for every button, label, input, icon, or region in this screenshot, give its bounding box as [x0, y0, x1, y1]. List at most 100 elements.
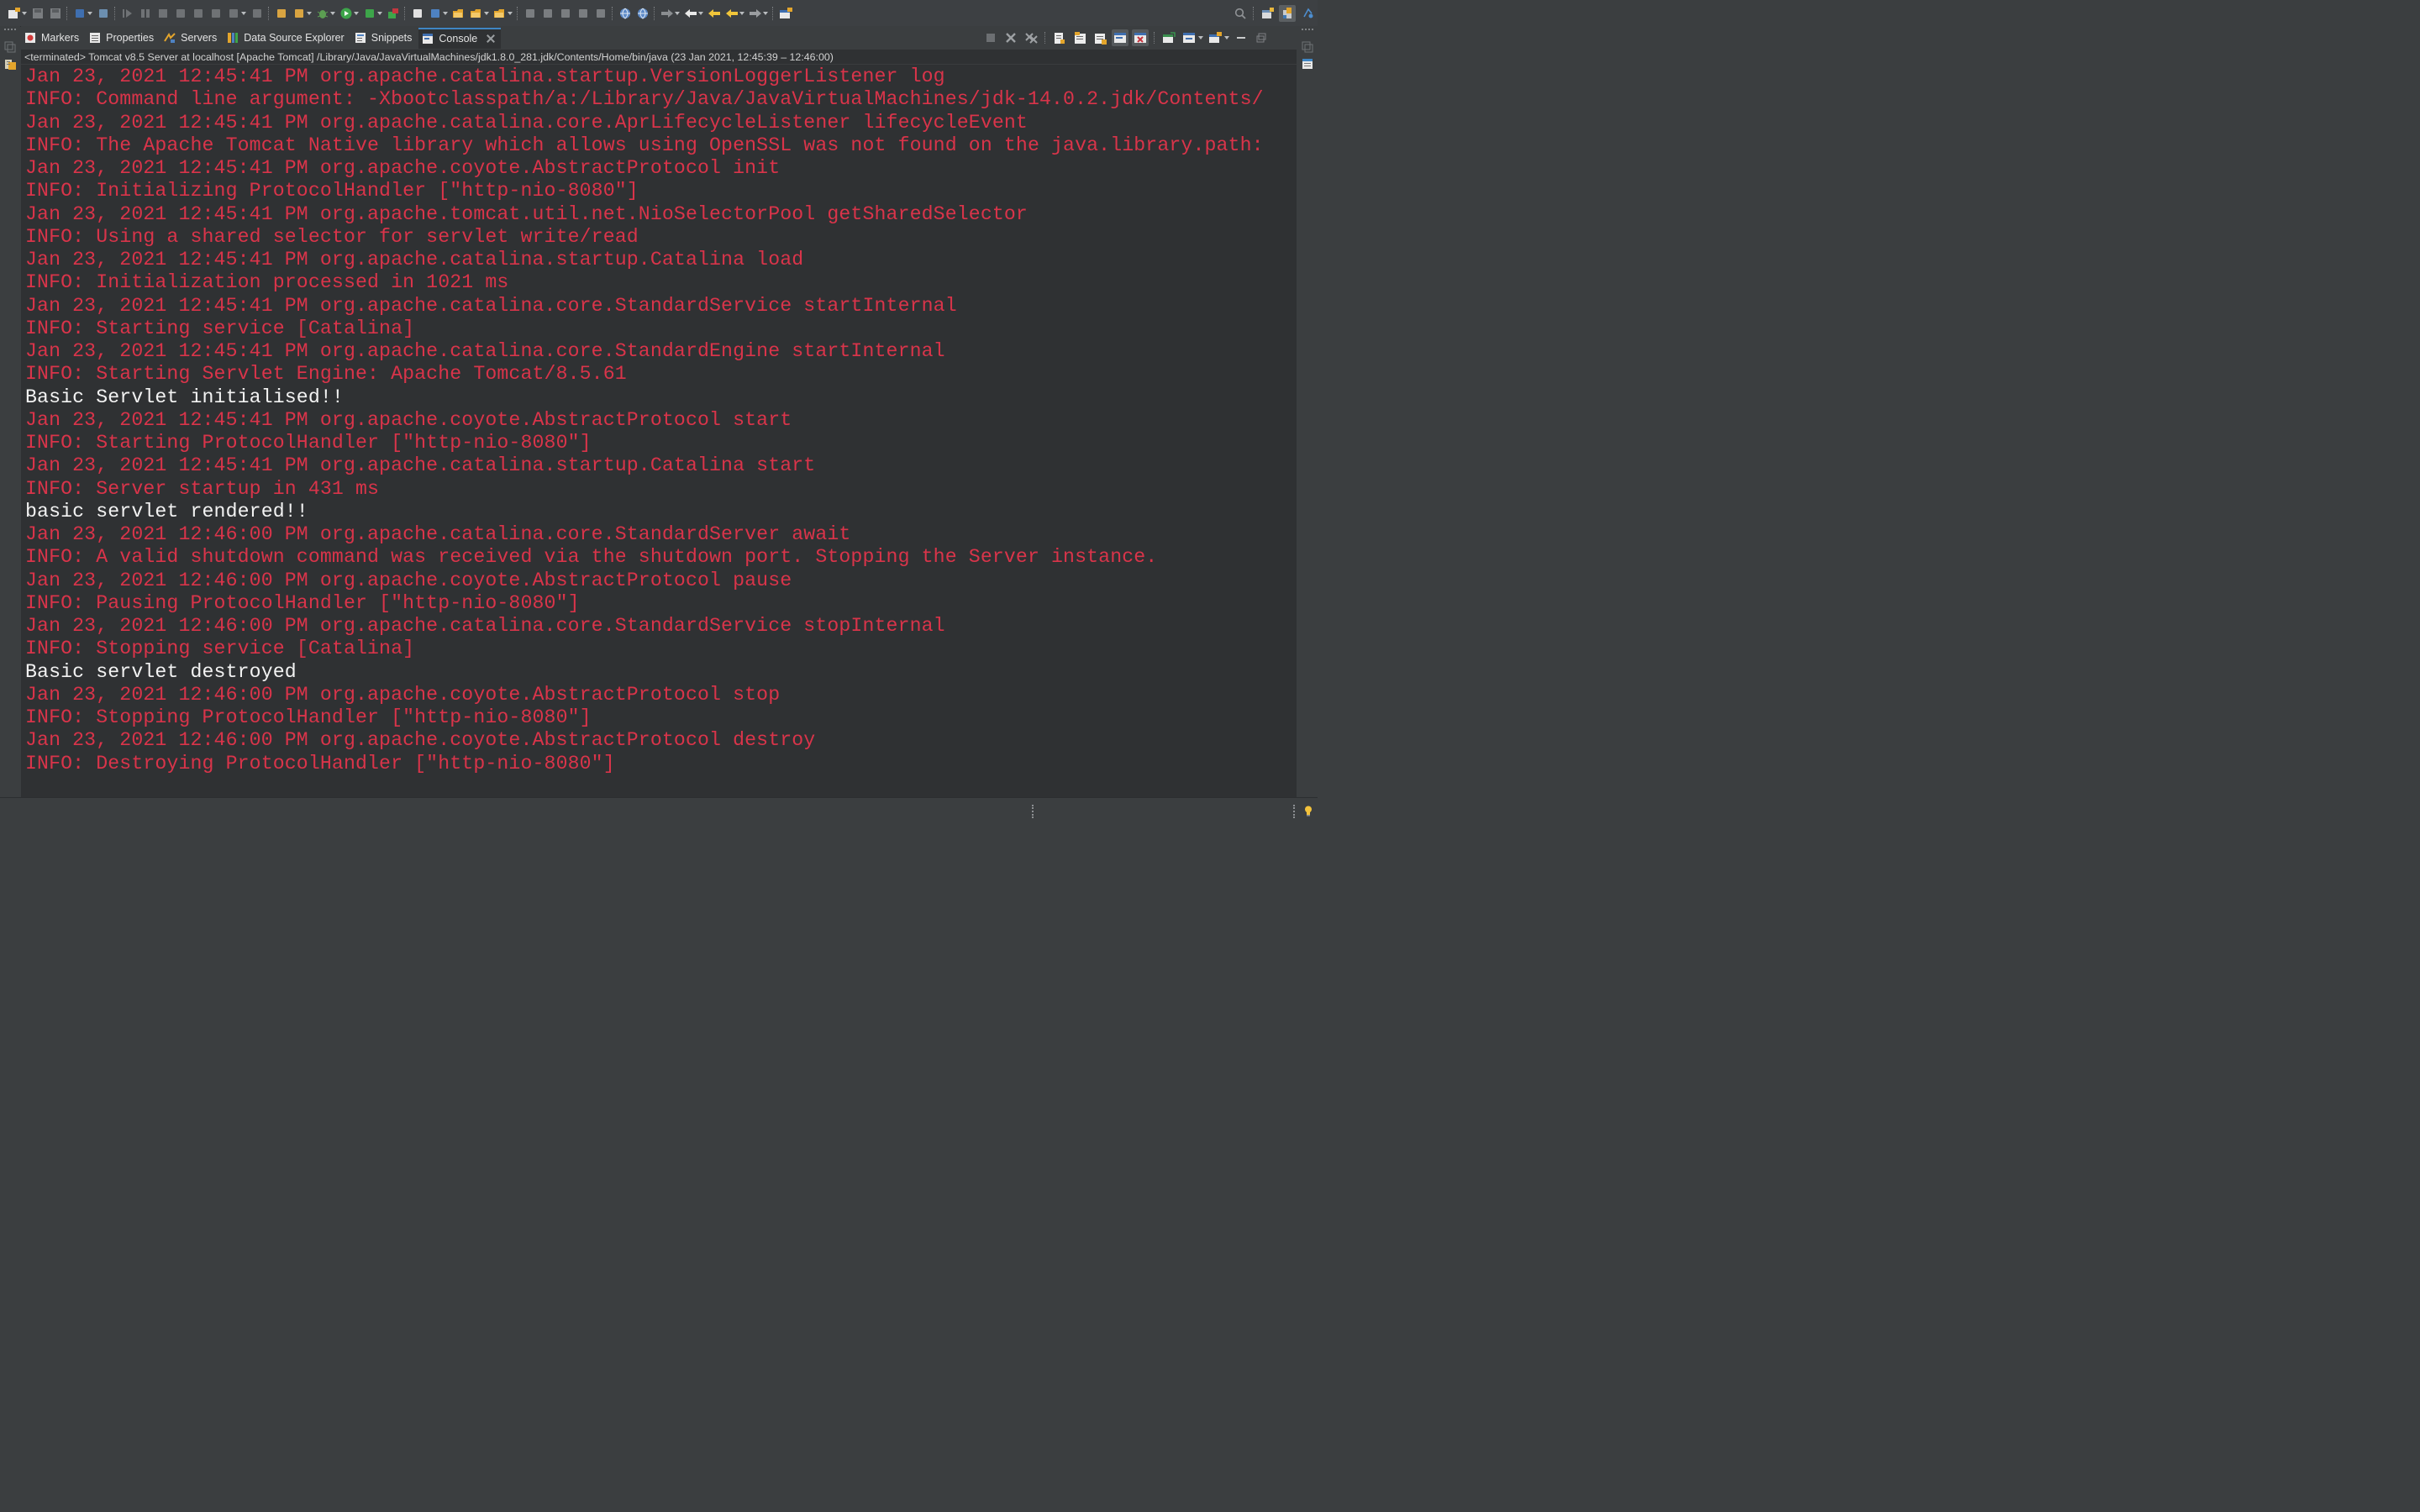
external-tools-icon[interactable]: [385, 5, 401, 21]
package-explorer-icon[interactable]: [4, 58, 16, 70]
console-line-stderr: INFO: Using a shared selector for servle…: [25, 225, 639, 248]
dropdown-caret-icon[interactable]: [307, 11, 312, 15]
block-selection-icon[interactable]: [557, 5, 573, 21]
use-step-filters-icon[interactable]: [273, 5, 289, 21]
dropdown-caret-icon[interactable]: [675, 11, 680, 15]
save-all-icon[interactable]: [47, 5, 63, 21]
open-type-icon[interactable]: [450, 5, 466, 21]
scroll-lock-icon[interactable]: [1051, 29, 1068, 46]
dropdown-caret-icon[interactable]: [443, 11, 448, 15]
toggle-annotation-icon[interactable]: [522, 5, 538, 21]
dropdown-caret-icon[interactable]: [22, 11, 27, 15]
terminate-icon[interactable]: [982, 29, 999, 46]
dropdown-caret-icon[interactable]: [1198, 36, 1203, 39]
tab-snippets[interactable]: Snippets: [351, 28, 418, 48]
console-line-stderr: Jan 23, 2021 12:46:00 PM org.apache.coyo…: [25, 569, 792, 591]
remove-all-terminated-icon[interactable]: [1023, 29, 1039, 46]
console-line-stdout: Basic servlet destroyed: [25, 660, 297, 683]
new-console-icon[interactable]: [1207, 29, 1223, 46]
find-action-icon[interactable]: [1232, 5, 1249, 22]
console-line-stderr: Jan 23, 2021 12:45:41 PM org.apache.cata…: [25, 454, 816, 477]
dropdown-caret-icon[interactable]: [763, 11, 768, 15]
console-line-stderr: INFO: Starting service [Catalina]: [25, 317, 415, 339]
step-over-icon[interactable]: [208, 5, 224, 21]
pin-editor-icon[interactable]: [777, 5, 793, 21]
forward-icon[interactable]: [747, 5, 763, 21]
new-java-class-icon[interactable]: [427, 5, 443, 21]
open-perspective-icon[interactable]: [1259, 5, 1276, 22]
restore-view-icon[interactable]: [4, 41, 16, 53]
open-task-icon[interactable]: [468, 5, 484, 21]
dropdown-caret-icon[interactable]: [241, 11, 246, 15]
console-line-stderr: INFO: Starting Servlet Engine: Apache To…: [25, 363, 627, 386]
dropdown-caret-icon[interactable]: [354, 11, 359, 15]
back-icon[interactable]: [723, 5, 739, 21]
previous-annotation-icon[interactable]: [682, 5, 698, 21]
new-java-package-icon[interactable]: [409, 5, 425, 21]
debug-perspective-icon[interactable]: [1299, 5, 1316, 22]
tab-servers[interactable]: Servers: [160, 28, 222, 48]
skip-breakpoints-icon[interactable]: [95, 5, 111, 21]
word-wrap-icon[interactable]: [575, 5, 591, 21]
step-return-icon[interactable]: [225, 5, 241, 21]
console-line-stderr: Jan 23, 2021 12:45:41 PM org.apache.cata…: [25, 340, 945, 362]
dropdown-caret-icon[interactable]: [1224, 36, 1229, 39]
outline-view-icon[interactable]: [1302, 58, 1313, 70]
minimize-icon[interactable]: [1233, 29, 1249, 46]
console-line-stdout: Basic Servlet initialised!!: [25, 386, 344, 408]
open-console-icon[interactable]: [1181, 29, 1197, 46]
show-console-on-stdout-icon[interactable]: [1092, 29, 1108, 46]
web-services-icon[interactable]: [634, 5, 650, 21]
display-selected-console-icon[interactable]: [1160, 29, 1177, 46]
step-into-icon[interactable]: [190, 5, 206, 21]
dropdown-caret-icon[interactable]: [377, 11, 382, 15]
dropdown-caret-icon[interactable]: [484, 11, 489, 15]
close-icon[interactable]: [486, 34, 496, 44]
left-trim-bar: [0, 26, 20, 797]
java-ee-perspective-icon[interactable]: [1279, 4, 1296, 22]
word-wrap-icon[interactable]: [1071, 29, 1088, 46]
next-annotation-icon[interactable]: [659, 5, 675, 21]
drop-to-frame-icon[interactable]: [249, 5, 265, 21]
trim-handle[interactable]: [4, 29, 16, 33]
dropdown-caret-icon[interactable]: [508, 11, 513, 15]
show-console-on-stderr-icon[interactable]: [1112, 29, 1128, 46]
console-line-stderr: Jan 23, 2021 12:45:41 PM org.apache.cata…: [25, 294, 957, 317]
resume-icon[interactable]: [119, 5, 135, 21]
right-trim-bar: [1297, 26, 1318, 797]
dropdown-caret-icon[interactable]: [698, 11, 703, 15]
terminate-icon[interactable]: [155, 5, 171, 21]
open-console-icon[interactable]: [71, 5, 87, 21]
save-icon[interactable]: [29, 5, 45, 21]
dropdown-caret-icon[interactable]: [739, 11, 744, 15]
restore-view-icon[interactable]: [1302, 41, 1313, 53]
tab-console[interactable]: Console: [418, 27, 502, 49]
suspend-icon[interactable]: [137, 5, 153, 21]
search-icon[interactable]: [492, 5, 508, 21]
show-whitespace-icon[interactable]: [592, 5, 608, 21]
debug-icon[interactable]: [314, 5, 330, 21]
new-wizard-icon[interactable]: [6, 5, 22, 21]
open-web-browser-icon[interactable]: [617, 5, 633, 21]
tab-data-source-explorer[interactable]: Data Source Explorer: [224, 28, 350, 48]
remove-launch-icon[interactable]: [1002, 29, 1019, 46]
dropdown-caret-icon[interactable]: [330, 11, 335, 15]
console-output[interactable]: Jan 23, 2021 12:45:41 PM org.apache.cata…: [21, 65, 1297, 797]
toggle-ant-icon[interactable]: [291, 5, 307, 21]
lightbulb-icon[interactable]: [1304, 806, 1313, 816]
pin-console-icon[interactable]: [1132, 29, 1149, 46]
view-tab-bar: Markers Properties Servers Data Source Expl…: [21, 26, 1297, 50]
last-edit-location-icon[interactable]: [706, 5, 722, 21]
toolbar-separator: [66, 6, 68, 20]
mark-occurrences-icon[interactable]: [539, 5, 555, 21]
dropdown-caret-icon[interactable]: [87, 11, 92, 15]
disconnect-icon[interactable]: [172, 5, 188, 21]
console-line-stderr: Jan 23, 2021 12:45:41 PM org.apache.tomc…: [25, 202, 1028, 225]
maximize-icon[interactable]: [1253, 29, 1270, 46]
tab-markers[interactable]: Markers: [21, 28, 84, 48]
console-line-stderr: INFO: Destroying ProtocolHandler ["http-…: [25, 752, 615, 774]
trim-handle[interactable]: [1301, 29, 1313, 33]
run-icon[interactable]: [338, 5, 354, 21]
tab-properties[interactable]: Properties: [86, 28, 159, 48]
coverage-icon[interactable]: [361, 5, 377, 21]
